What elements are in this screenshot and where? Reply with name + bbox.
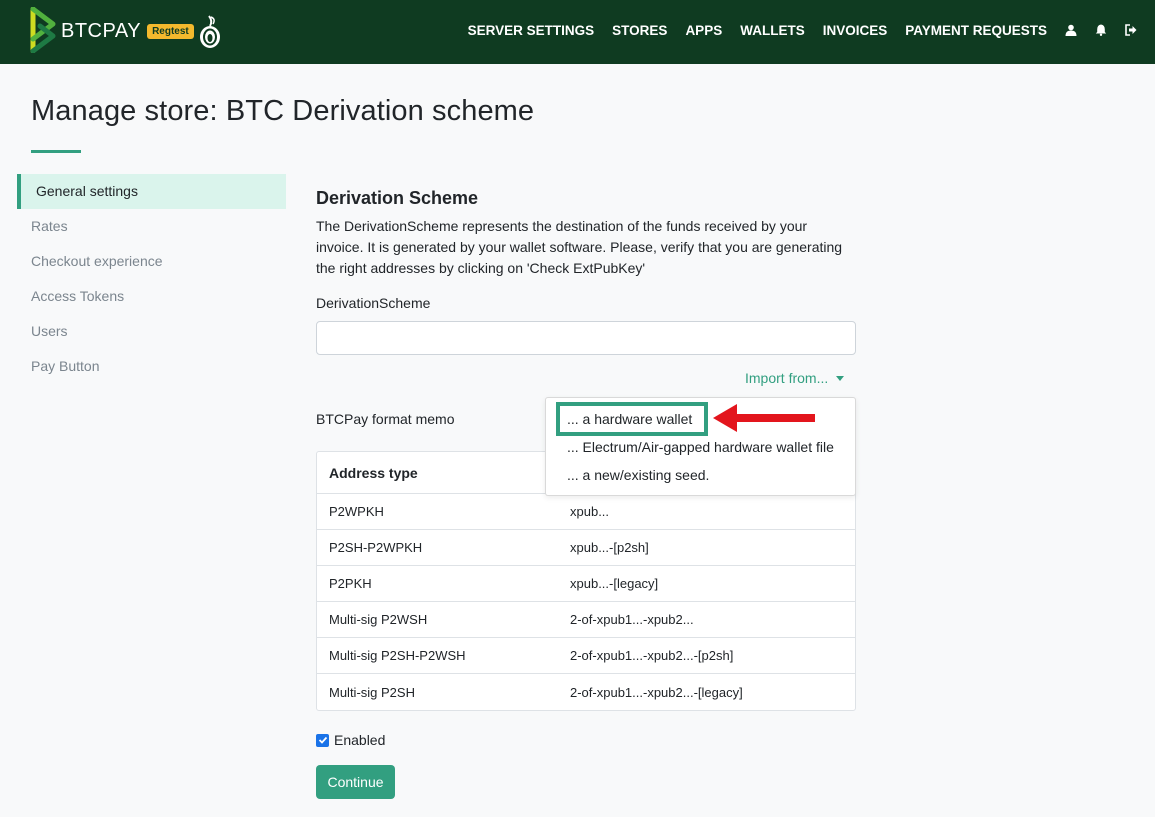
store-settings-sidebar: General settings Rates Checkout experien… — [17, 174, 286, 384]
brand-text: BTCPAY — [61, 19, 142, 42]
bell-icon[interactable] — [1095, 24, 1107, 36]
table-row: P2WPKH xpub... — [317, 494, 855, 530]
tor-onion-icon — [200, 15, 220, 48]
format-cell: xpub...-[legacy] — [570, 576, 659, 591]
title-underline — [31, 150, 81, 153]
hardware-wallet-highlight-box — [556, 402, 708, 436]
nav-server-settings[interactable]: SERVER SETTINGS — [468, 23, 595, 38]
sidebar-item-rates[interactable]: Rates — [17, 209, 286, 244]
table-row: Multi-sig P2SH-P2WSH 2-of-xpub1...-xpub2… — [317, 638, 855, 674]
section-description: The DerivationScheme represents the dest… — [316, 218, 843, 276]
caret-down-icon — [836, 375, 845, 381]
sidebar-item-users[interactable]: Users — [17, 314, 286, 349]
derivation-scheme-label: DerivationScheme — [316, 295, 431, 311]
address-type-cell: Multi-sig P2SH-P2WSH — [329, 648, 466, 663]
import-from-dropdown-toggle[interactable]: Import from... — [745, 370, 845, 386]
derivation-scheme-input[interactable] — [316, 321, 856, 355]
btcpay-logo-icon — [30, 7, 56, 53]
table-row: P2SH-P2WPKH xpub...-[p2sh] — [317, 530, 855, 566]
dropdown-item-electrum-file[interactable]: ... Electrum/Air-gapped hardware wallet … — [567, 439, 834, 455]
btcpay-format-memo-label: BTCPay format memo — [316, 411, 455, 427]
nav-links: SERVER SETTINGS STORES APPS WALLETS INVO… — [468, 0, 1155, 60]
red-arrow-icon — [713, 404, 815, 432]
nav-stores[interactable]: STORES — [612, 23, 667, 38]
nav-invoices[interactable]: INVOICES — [823, 23, 888, 38]
address-type-cell: P2SH-P2WPKH — [329, 540, 423, 555]
sidebar-item-general-settings[interactable]: General settings — [17, 174, 286, 209]
format-cell: xpub...-[p2sh] — [570, 540, 649, 555]
checkmark-icon — [318, 736, 327, 744]
format-cell: xpub... — [570, 504, 610, 519]
sidebar-item-access-tokens[interactable]: Access Tokens — [17, 279, 286, 314]
sidebar-item-pay-button[interactable]: Pay Button — [17, 349, 286, 384]
nav-wallets[interactable]: WALLETS — [740, 23, 805, 38]
nav-apps[interactable]: APPS — [685, 23, 722, 38]
dropdown-item-new-existing-seed[interactable]: ... a new/existing seed. — [567, 467, 709, 483]
format-cell: 2-of-xpub1...-xpub2... — [570, 612, 694, 627]
table-row: P2PKH xpub...-[legacy] — [317, 566, 855, 602]
format-cell: 2-of-xpub1...-xpub2...-[p2sh] — [570, 648, 734, 663]
nav-payment-requests[interactable]: PAYMENT REQUESTS — [905, 23, 1047, 38]
import-from-label: Import from... — [745, 370, 829, 386]
enabled-checkbox[interactable] — [316, 733, 329, 747]
enabled-checkbox-row[interactable]: Enabled — [316, 732, 385, 748]
logout-icon[interactable] — [1125, 24, 1137, 36]
format-cell: 2-of-xpub1...-xpub2...-[legacy] — [570, 684, 743, 700]
address-type-cell: Multi-sig P2SH — [329, 684, 415, 700]
top-navbar: BTCPAY Regtest SERVER SETTINGS STORES AP… — [0, 0, 1155, 64]
table-row: Multi-sig P2WSH 2-of-xpub1...-xpub2... — [317, 602, 855, 638]
user-icon[interactable] — [1065, 24, 1077, 36]
address-type-cell: Multi-sig P2WSH — [329, 612, 428, 627]
address-type-cell: P2PKH — [329, 576, 372, 591]
table-row: Multi-sig P2SH 2-of-xpub1...-xpub2...-[l… — [317, 674, 855, 710]
table-header-address-type: Address type — [329, 464, 418, 481]
enabled-label: Enabled — [334, 732, 386, 748]
section-title: Derivation Scheme — [316, 188, 479, 208]
regtest-badge: Regtest — [147, 23, 194, 39]
brand[interactable]: BTCPAY Regtest — [30, 6, 194, 54]
page-title: Manage store: BTC Derivation scheme — [31, 95, 535, 127]
address-type-cell: P2WPKH — [329, 504, 384, 519]
sidebar-item-checkout-experience[interactable]: Checkout experience — [17, 244, 286, 279]
continue-button[interactable]: Continue — [316, 765, 395, 799]
